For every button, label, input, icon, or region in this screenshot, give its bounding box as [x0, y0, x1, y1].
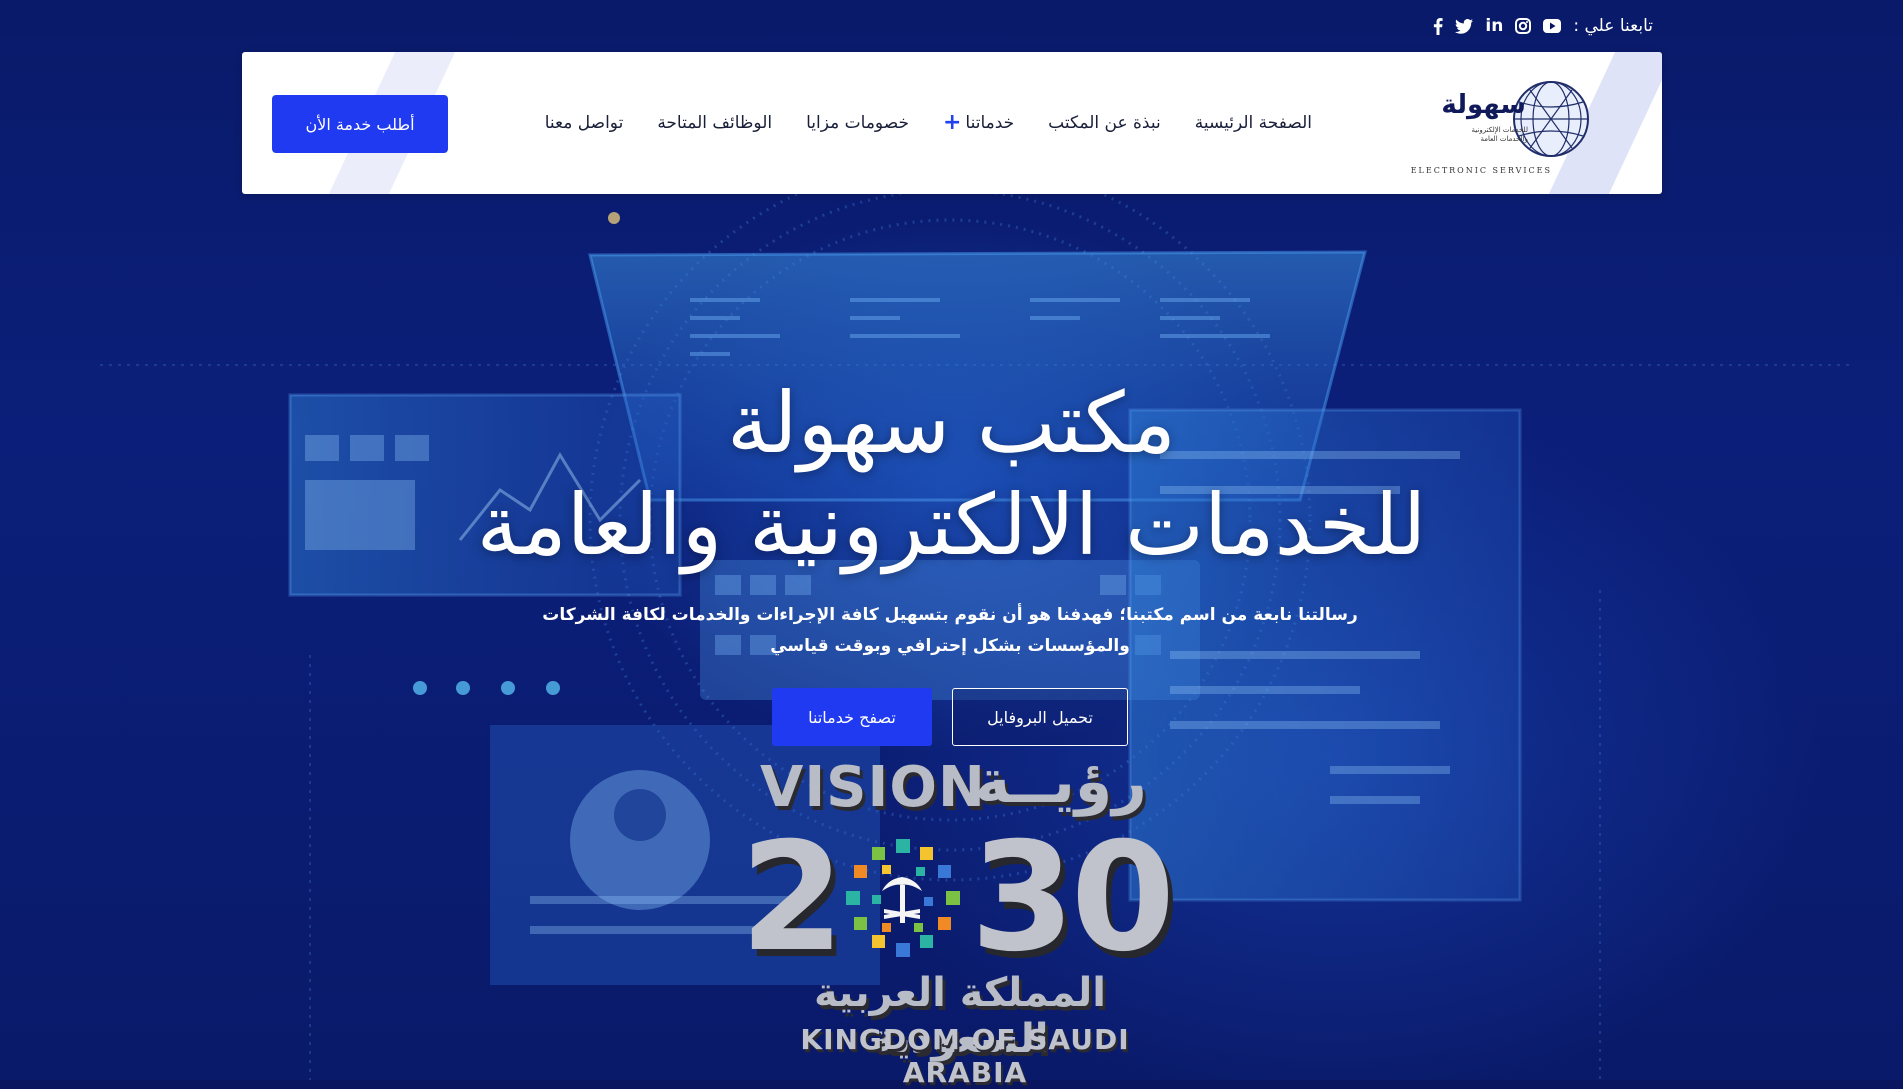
- linkedin-icon[interactable]: in: [1485, 16, 1503, 36]
- nav-item-label: تواصل معنا: [544, 113, 624, 133]
- main-nav: الصفحة الرئيسية نبذة عن المكتب خدماتنا +…: [545, 52, 1312, 194]
- nav-item-label: خصومات مزايا: [806, 113, 909, 133]
- nav-item-contact[interactable]: تواصل معنا: [545, 113, 624, 133]
- facebook-icon[interactable]: [1433, 17, 1444, 35]
- logo-subtitle: ELECTRONIC SERVICES: [1410, 166, 1552, 175]
- nav-item-home[interactable]: الصفحة الرئيسية: [1195, 113, 1312, 133]
- follow-label: تابعنا علي :: [1573, 16, 1653, 36]
- vision-year-left: 2: [740, 811, 844, 985]
- vision-2030-logo: VISION رؤيــة 2 30 المملكة العربية السعو…: [740, 747, 1200, 1089]
- nav-item-discounts[interactable]: خصومات مزايا: [806, 113, 909, 133]
- hero-title: مكتب سهولة للخدمات الالكترونية والعامة: [0, 372, 1903, 576]
- hero-description-line1: رسالتنا نابعة من اسم مكتبنا؛ فهدفنا هو أ…: [542, 605, 1358, 625]
- youtube-icon[interactable]: [1543, 19, 1562, 33]
- site-logo[interactable]: سهولة للخدمات الإلكترونية والخدمات العام…: [1411, 74, 1592, 175]
- vision-word-ar: رؤيــة: [975, 747, 1147, 817]
- logo-tagline: للخدمات الإلكترونية والخدمات العامة: [1471, 126, 1528, 143]
- logo-wordmark: سهولة: [1441, 90, 1526, 120]
- hero-buttons: تصفح خدماتنا تحميل البروفايل: [772, 688, 1128, 746]
- nav-item-services[interactable]: خدماتنا +: [943, 112, 1014, 134]
- browse-services-button[interactable]: تصفح خدماتنا: [772, 688, 932, 746]
- plus-icon: +: [942, 110, 962, 135]
- vision-emblem-icon: [846, 839, 960, 957]
- hero-title-line1: مكتب سهولة: [726, 374, 1177, 472]
- nav-item-label: الوظائف المتاحة: [657, 113, 773, 133]
- download-profile-button[interactable]: تحميل البروفايل: [952, 688, 1128, 746]
- nav-item-label: خدماتنا: [965, 113, 1015, 133]
- request-service-button[interactable]: أطلب خدمة الأن: [272, 95, 448, 153]
- instagram-icon[interactable]: [1515, 18, 1532, 34]
- site-header: سهولة للخدمات الإلكترونية والخدمات العام…: [242, 52, 1662, 194]
- hero-title-line2: للخدمات الالكترونية والعامة: [476, 476, 1427, 574]
- linkedin-glyph: in: [1485, 16, 1504, 36]
- nav-item-label: نبذة عن المكتب: [1048, 113, 1161, 133]
- social-strip: تابعنا علي : in: [1433, 12, 1653, 40]
- nav-item-about[interactable]: نبذة عن المكتب: [1048, 113, 1161, 133]
- twitter-icon[interactable]: [1455, 18, 1474, 34]
- nav-item-jobs[interactable]: الوظائف المتاحة: [657, 113, 772, 133]
- vision-country-en: KINGDOM OF SAUDI ARABIA: [800, 1023, 1130, 1089]
- hero-description: رسالتنا نابعة من اسم مكتبنا؛ فهدفنا هو أ…: [520, 600, 1380, 662]
- vision-year-right: 30: [970, 811, 1175, 985]
- nav-item-label: الصفحة الرئيسية: [1194, 113, 1312, 133]
- hero-description-line2: والمؤسسات بشكل إحترافي وبوقت قياسي: [770, 636, 1130, 656]
